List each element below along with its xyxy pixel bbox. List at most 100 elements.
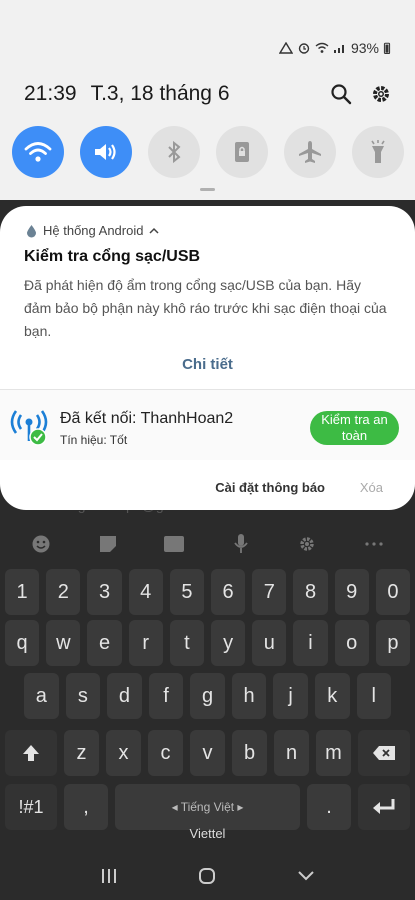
gear-icon[interactable] [369,82,393,106]
key-p[interactable]: p [375,620,411,666]
notification-header: Hệ thống Android [26,223,159,238]
key-z[interactable]: z [64,730,99,776]
notification-app-name: Hệ thống Android [43,223,144,238]
key-j[interactable]: j [273,673,308,719]
qs-wifi-toggle[interactable] [12,126,64,178]
notification-card: Hệ thống Android Kiểm tra cổng sạc/USB Đ… [0,206,415,510]
notification-body: Đã phát hiện độ ẩm trong cổng sạc/USB củ… [24,277,387,339]
qs-rotation-toggle[interactable] [216,126,268,178]
enter-icon [373,799,395,814]
battery-icon [383,42,391,54]
key-o[interactable]: o [334,620,369,666]
wifi-notification-title: Đã kết nối: ThanhHoan2 [60,410,234,427]
key-h[interactable]: h [231,673,267,719]
key-r[interactable]: r [128,620,163,666]
backspace-key[interactable] [358,730,410,776]
key-6[interactable]: 6 [211,569,246,615]
notification-settings-button[interactable]: Cài đặt thông báo [215,480,325,495]
emoji-icon[interactable] [30,533,52,555]
alarm-icon [298,43,310,54]
shift-icon [23,745,39,761]
key-x[interactable]: x [106,730,141,776]
recent-apps-icon[interactable] [100,868,118,884]
clock-time: 21:39 [24,82,77,105]
airplane-icon [299,141,321,163]
qs-bluetooth-toggle[interactable] [148,126,200,178]
key-f[interactable]: f [148,673,184,719]
keyboard-row-bottom: z x c v b n m [0,730,415,776]
key-9[interactable]: 9 [334,569,369,615]
wifi-icon [24,142,52,162]
keyboard-row-space: !#1 , ◂ Tiếng Việt ▸ . [0,784,415,830]
battery-percent: 93% [350,40,379,56]
key-v[interactable]: v [190,730,225,776]
carrier-label: Viettel [189,826,226,841]
signal-icon [333,45,344,53]
enter-key[interactable] [358,784,410,830]
space-key-language: ◂ Tiếng Việt ▸ [171,800,244,814]
key-5[interactable]: 5 [169,569,205,615]
key-d[interactable]: d [107,673,142,719]
key-s[interactable]: s [65,673,101,719]
key-2[interactable]: 2 [46,569,81,615]
shade-drag-handle[interactable] [200,188,215,191]
space-key[interactable]: ◂ Tiếng Việt ▸ [115,784,300,830]
clear-button[interactable]: Xóa [360,480,383,495]
key-q[interactable]: q [5,620,40,666]
keyboard-row-middle: a s d f g h j k l [0,673,415,719]
home-icon[interactable] [198,867,216,885]
key-t[interactable]: t [169,620,205,666]
key-e[interactable]: e [87,620,122,666]
keyboard-settings-icon[interactable] [296,533,318,555]
key-n[interactable]: n [274,730,309,776]
key-l[interactable]: l [356,673,392,719]
lock-rotation-icon [235,142,249,162]
search-icon[interactable] [329,82,353,106]
details-button[interactable]: Chi tiết [0,356,415,373]
keyboard-toolbar [0,525,415,563]
backspace-icon [373,746,395,760]
key-0[interactable]: 0 [375,569,411,615]
symbols-key[interactable]: !#1 [5,784,57,830]
key-w[interactable]: w [46,620,81,666]
wifi-notification[interactable]: Đã kết nối: ThanhHoan2 Tín hiệu: Tốt Kiể… [0,390,415,460]
notification-title: Kiểm tra cổng sạc/USB [24,248,201,265]
key-3[interactable]: 3 [87,569,122,615]
key-b[interactable]: b [232,730,267,776]
comma-key[interactable]: , [64,784,108,830]
key-u[interactable]: u [252,620,287,666]
key-m[interactable]: m [316,730,351,776]
key-c[interactable]: c [148,730,183,776]
keyboard-row-numbers: 1 2 3 4 5 6 7 8 9 0 [0,569,415,615]
gif-icon[interactable] [163,533,185,555]
wifi-status-icon [315,42,329,53]
key-k[interactable]: k [314,673,350,719]
clock-date: T.3, 18 tháng 6 [90,82,230,105]
water-drop-icon [27,224,36,237]
key-i[interactable]: i [293,620,328,666]
key-y[interactable]: y [211,620,246,666]
shift-key[interactable] [5,730,57,776]
key-8[interactable]: 8 [293,569,328,615]
key-1[interactable]: 1 [5,569,40,615]
qs-airplane-toggle[interactable] [284,126,336,178]
flashlight-icon [371,140,385,163]
qs-flashlight-toggle[interactable] [352,126,404,178]
key-4[interactable]: 4 [128,569,163,615]
key-a[interactable]: a [24,673,59,719]
quick-settings [12,126,404,178]
notification-footer: Cài đặt thông báo Xóa [0,466,415,510]
key-7[interactable]: 7 [252,569,287,615]
keyboard-row-top: q w e r t y u i o p [0,620,415,666]
period-key[interactable]: . [307,784,351,830]
microphone-icon[interactable] [230,533,252,555]
chevron-up-icon[interactable] [149,227,159,235]
key-g[interactable]: g [190,673,225,719]
wifi-connected-icon [10,410,48,446]
qs-sound-toggle[interactable] [80,126,132,178]
sticker-icon[interactable] [97,533,119,555]
more-options-icon[interactable] [363,533,385,555]
volume-icon [95,144,116,160]
safety-check-button[interactable]: Kiểm tra an toàn [310,411,399,445]
back-icon[interactable] [297,870,315,882]
